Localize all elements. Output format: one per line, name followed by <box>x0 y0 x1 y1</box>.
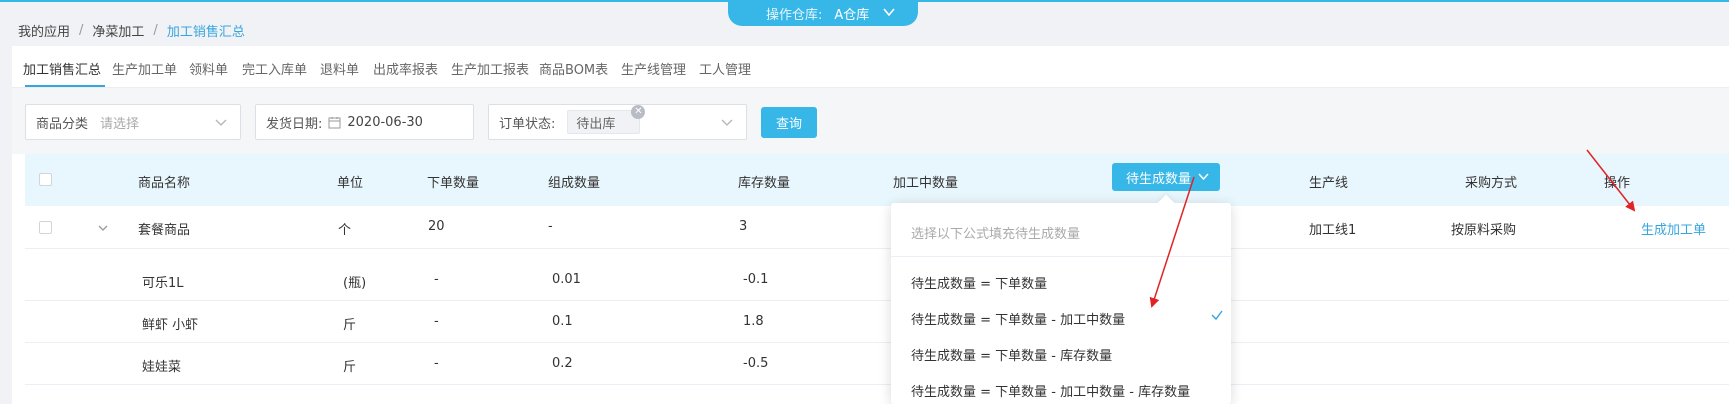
breadcrumb: 我的应用 / 净菜加工 / 加工销售汇总 <box>18 21 245 40</box>
tag-close-icon[interactable]: ✕ <box>631 105 646 119</box>
sub-row-compose-qty: 0.1 <box>552 314 573 329</box>
generate-order-link[interactable]: 生成加工单 <box>1641 219 1706 238</box>
sub-row-order-qty: - <box>434 272 439 287</box>
sub-row-stock-qty: 1.8 <box>743 314 764 329</box>
ship-date-label: 发货日期: <box>266 116 323 132</box>
select-all-checkbox[interactable] <box>39 173 52 186</box>
sub-row-unit: (瓶) <box>343 276 367 291</box>
sub-row-order-qty: - <box>434 356 439 371</box>
breadcrumb-separator: / <box>153 23 158 38</box>
row-divider <box>25 384 1729 385</box>
status-tag-text: 待出库 <box>576 116 616 132</box>
chevron-down-icon <box>215 119 227 126</box>
header-purchase-method: 采购方式 <box>1465 176 1518 191</box>
ship-date-picker[interactable]: 发货日期: 2020-06-30 <box>255 104 474 140</box>
main-row-order-qty: 20 <box>428 219 445 234</box>
breadcrumb-item-current: 加工销售汇总 <box>166 25 245 40</box>
tab-material-return[interactable]: 退料单 <box>320 59 359 78</box>
main-row-purchase: 按原料采购 <box>1451 223 1517 238</box>
header-action: 操作 <box>1604 176 1631 191</box>
chevron-down-icon <box>883 8 895 17</box>
header-compose-qty: 组成数量 <box>548 176 601 191</box>
tab-product-bom[interactable]: 商品BOM表 <box>539 59 608 78</box>
ship-date-value: 2020-06-30 <box>347 114 423 130</box>
chevron-down-icon <box>1198 173 1209 181</box>
calendar-icon <box>328 116 341 128</box>
main-row-line: 加工线1 <box>1309 223 1357 238</box>
sub-row-name: 可乐1L <box>142 276 184 291</box>
dropdown-divider <box>891 256 1231 257</box>
sub-row-name: 娃娃菜 <box>142 360 182 375</box>
header-product-name: 商品名称 <box>138 176 191 191</box>
row-divider <box>25 300 1729 301</box>
category-select[interactable]: 商品分类 请选择 <box>25 104 241 140</box>
main-row-name: 套餐商品 <box>138 223 191 238</box>
tab-worker-management[interactable]: 工人管理 <box>699 59 751 78</box>
active-tab-indicator <box>25 85 105 87</box>
tab-finished-goods-receipt[interactable]: 完工入库单 <box>242 59 307 78</box>
header-production-line: 生产线 <box>1309 176 1349 191</box>
breadcrumb-separator: / <box>79 23 84 38</box>
breadcrumb-item-processing[interactable]: 净菜加工 <box>92 21 144 40</box>
formula-option[interactable]: 待生成数量 = 下单数量 - 加工中数量 - 库存数量 <box>911 381 1190 400</box>
header-stock-qty: 库存数量 <box>738 176 791 191</box>
sub-row-unit: 斤 <box>343 360 357 375</box>
status-tag: 待出库 ✕ <box>567 105 646 134</box>
sub-row-stock-qty: -0.5 <box>743 356 769 371</box>
category-label: 商品分类 <box>36 116 89 132</box>
warehouse-value: A仓库 <box>834 7 870 23</box>
dropdown-hint: 选择以下公式填充待生成数量 <box>911 227 1081 242</box>
warehouse-label: 操作仓库: <box>766 7 823 23</box>
sub-row-name: 鲜虾 小虾 <box>142 318 199 333</box>
tab-production-report[interactable]: 生产加工报表 <box>451 59 529 78</box>
sub-row-compose-qty: 0.2 <box>552 356 573 371</box>
formula-option-selected[interactable]: 待生成数量 = 下单数量 - 加工中数量 <box>911 309 1125 328</box>
tab-material-requisition[interactable]: 领料单 <box>189 59 228 78</box>
tab-bar: 加工销售汇总 生产加工单 领料单 完工入库单 退料单 出成率报表 生产加工报表 … <box>12 46 1729 88</box>
header-pending-qty: 待生成数量 <box>1126 171 1192 187</box>
warehouse-selector[interactable]: 操作仓库: A仓库 <box>728 0 918 26</box>
row-divider <box>25 248 1729 249</box>
sub-row-stock-qty: -0.1 <box>743 272 769 287</box>
row-checkbox[interactable] <box>39 221 52 234</box>
sub-row-unit: 斤 <box>343 318 357 333</box>
pending-qty-header-button[interactable]: 待生成数量 <box>1112 163 1220 191</box>
tab-processing-sales-summary[interactable]: 加工销售汇总 <box>23 59 101 78</box>
formula-option[interactable]: 待生成数量 = 下单数量 <box>911 273 1047 292</box>
header-processing-qty: 加工中数量 <box>893 176 959 191</box>
check-icon <box>1211 310 1223 321</box>
expand-chevron-icon[interactable] <box>97 222 109 234</box>
sub-row-order-qty: - <box>434 314 439 329</box>
main-row-compose-qty: - <box>548 219 553 234</box>
order-status-select[interactable]: 订单状态: 待出库 ✕ <box>488 104 747 140</box>
header-order-qty: 下单数量 <box>427 176 480 191</box>
category-placeholder: 请选择 <box>100 116 140 132</box>
tab-line-management[interactable]: 生产线管理 <box>621 59 686 78</box>
main-row-stock-qty: 3 <box>739 219 748 234</box>
header-unit: 单位 <box>337 176 364 191</box>
main-row-unit: 个 <box>338 223 352 238</box>
query-button[interactable]: 查询 <box>761 107 817 138</box>
sub-row-compose-qty: 0.01 <box>552 272 581 287</box>
tab-production-order[interactable]: 生产加工单 <box>112 59 177 78</box>
formula-option[interactable]: 待生成数量 = 下单数量 - 库存数量 <box>911 345 1112 364</box>
row-divider <box>25 342 1729 343</box>
chevron-down-icon <box>721 119 733 126</box>
breadcrumb-item-apps[interactable]: 我的应用 <box>18 21 70 40</box>
tab-yield-report[interactable]: 出成率报表 <box>373 59 438 78</box>
order-status-label: 订单状态: <box>499 116 556 132</box>
